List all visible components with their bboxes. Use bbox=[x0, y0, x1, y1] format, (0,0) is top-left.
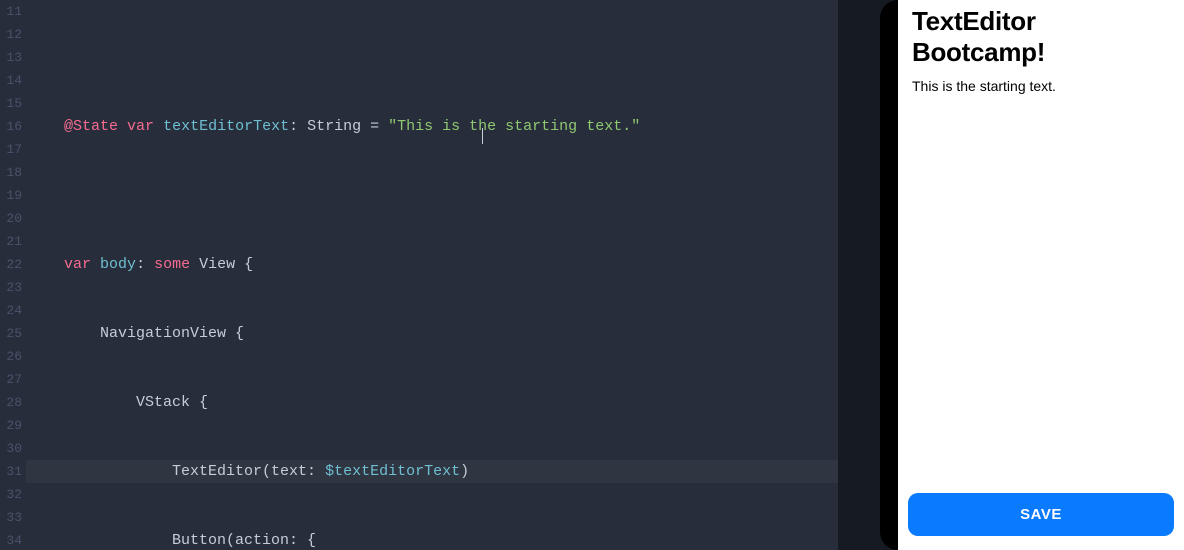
code-line: @State var textEditorText: String = "Thi… bbox=[26, 115, 838, 138]
line-number: 24 bbox=[0, 299, 26, 322]
line-number: 32 bbox=[0, 483, 26, 506]
line-number: 26 bbox=[0, 345, 26, 368]
line-number: 12 bbox=[0, 23, 26, 46]
line-number: 25 bbox=[0, 322, 26, 345]
line-number: 30 bbox=[0, 437, 26, 460]
line-number: 13 bbox=[0, 46, 26, 69]
code-line: NavigationView { bbox=[26, 322, 838, 345]
line-number: 22 bbox=[0, 253, 26, 276]
line-number: 14 bbox=[0, 69, 26, 92]
save-button[interactable]: SAVE bbox=[908, 493, 1174, 536]
editor-scrollbar[interactable] bbox=[838, 0, 898, 550]
code-line bbox=[26, 184, 838, 207]
line-number: 28 bbox=[0, 391, 26, 414]
line-number: 18 bbox=[0, 161, 26, 184]
code-line-active: TextEditor(text: $textEditorText) bbox=[26, 460, 838, 483]
line-number: 33 bbox=[0, 506, 26, 529]
navigation-title: TextEditor Bootcamp! bbox=[898, 0, 1184, 72]
code-editor[interactable]: 1112131415161718192021222324252627282930… bbox=[0, 0, 838, 550]
line-number: 20 bbox=[0, 207, 26, 230]
text-cursor-icon bbox=[482, 128, 483, 144]
simulator-preview: TextEditor Bootcamp! This is the startin… bbox=[898, 0, 1184, 550]
code-line: VStack { bbox=[26, 391, 838, 414]
line-number: 31 bbox=[0, 460, 26, 483]
line-number: 15 bbox=[0, 92, 26, 115]
line-number: 23 bbox=[0, 276, 26, 299]
line-number: 34 bbox=[0, 529, 26, 550]
line-number: 29 bbox=[0, 414, 26, 437]
line-number: 17 bbox=[0, 138, 26, 161]
line-number: 16 bbox=[0, 115, 26, 138]
device-bezel bbox=[880, 0, 898, 550]
text-editor-field[interactable]: This is the starting text. bbox=[898, 72, 1184, 493]
line-number: 27 bbox=[0, 368, 26, 391]
line-number: 21 bbox=[0, 230, 26, 253]
code-area[interactable]: @State var textEditorText: String = "Thi… bbox=[26, 0, 838, 550]
code-line: var body: some View { bbox=[26, 253, 838, 276]
line-number: 11 bbox=[0, 0, 26, 23]
code-line bbox=[26, 46, 838, 69]
code-line: Button(action: { bbox=[26, 529, 838, 550]
line-number: 19 bbox=[0, 184, 26, 207]
line-gutter: 1112131415161718192021222324252627282930… bbox=[0, 0, 26, 550]
